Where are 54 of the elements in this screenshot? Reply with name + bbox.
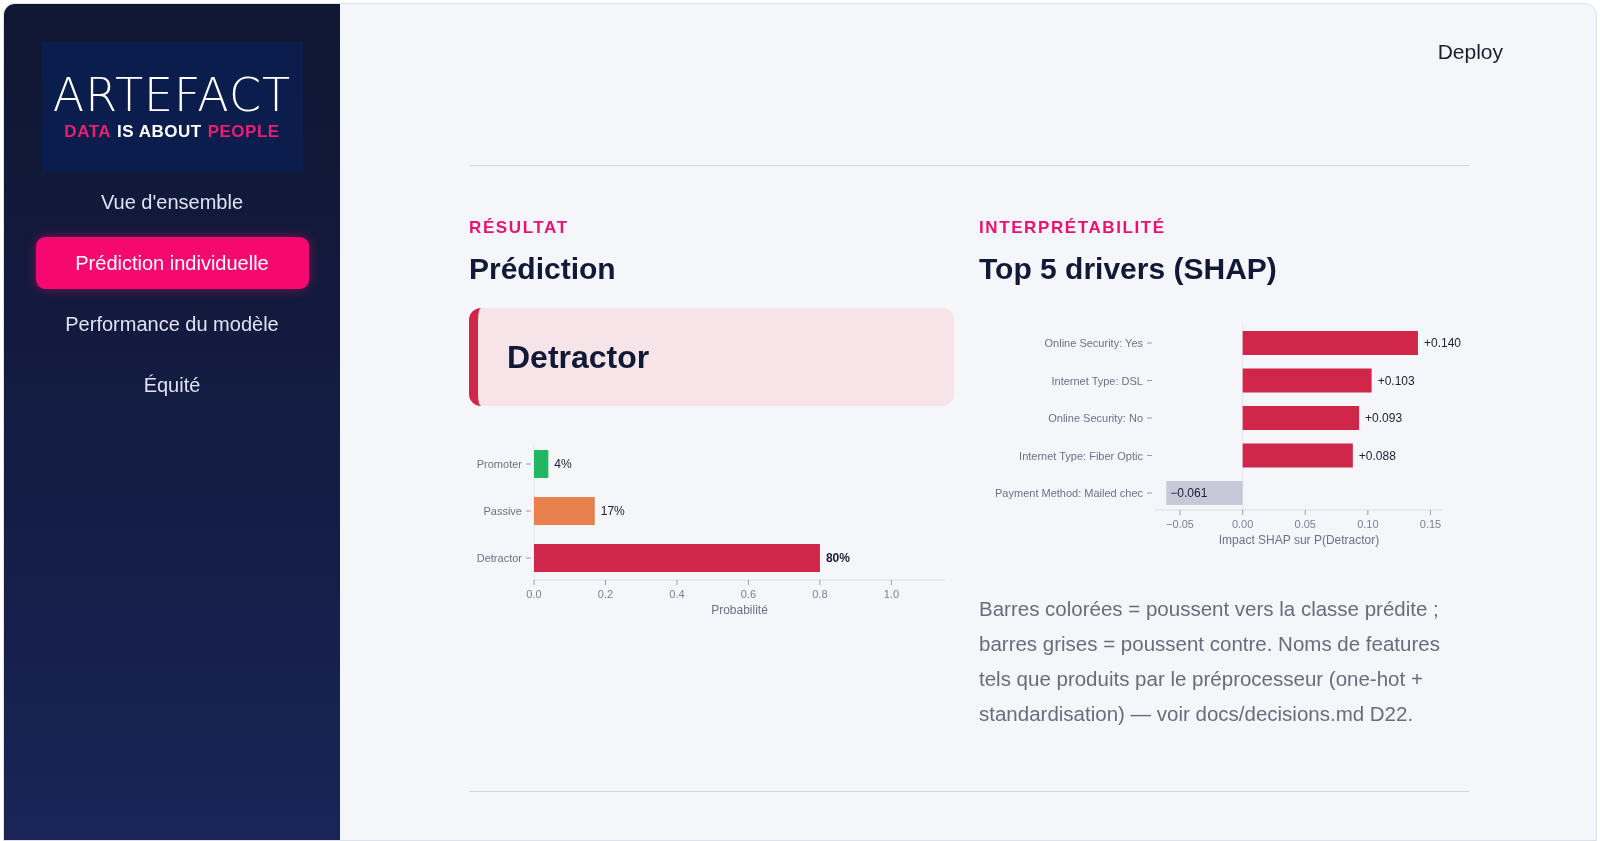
axis-title: Impact SHAP sur P(Detractor) [1218,533,1380,547]
tick-label: 0.6 [740,588,757,600]
category-label: Internet Type: DSL [1051,374,1143,387]
section-eyebrow: INTERPRÉTABILITÉ [979,218,1167,238]
tick-label: 1.0 [883,588,900,600]
category-label: Passive [483,505,522,517]
bar [534,450,549,478]
explanation-text: Barres colorées = poussent vers la classe prédite ; barres grises = poussent contre. Noms de features tels que produits par le préprocesseur (one-hot + standardisation) — voir docs/decisions.md D22. [979,596,1441,727]
nav-item[interactable]: Prédiction individuelle [35,237,309,289]
tick-mark [1146,492,1153,494]
category-label: Internet Type: Fiber Optic [1019,449,1143,462]
tick-label: −0.05 [1166,518,1194,530]
category-label: Promoter [476,458,522,470]
tick-mark [1146,455,1153,456]
value-label: 80% [825,551,850,565]
section-eyebrow: RÉSULTAT [469,218,570,238]
tick-mark [525,510,532,512]
logo-tagline-word: PEOPLE [207,122,280,142]
tick-mark [525,463,532,465]
tick-label: 0.05 [1294,518,1316,530]
nav-item[interactable]: Équité [35,359,309,411]
logo-wordmark: ARTEFACT [52,72,292,118]
category-label: Detractor [476,552,522,564]
section-title: Prédiction [469,252,617,286]
tick-label: 0.0 [526,588,542,600]
value-label: +0.088 [1358,448,1396,463]
prediction-card: Detractor [469,308,954,406]
value-label: +0.093 [1365,411,1403,425]
tick-label: 0.10 [1357,518,1379,530]
axis-title: Probabilité [711,603,768,617]
category-label: Online Security: No [1048,412,1143,424]
tick-label: 0.4 [669,588,685,600]
tick-mark [1146,417,1153,419]
bar [534,497,595,525]
value-label: −0.061 [1170,486,1208,500]
value-label: +0.140 [1423,336,1461,350]
tick-label: 0.2 [597,588,614,600]
value-label: 4% [554,457,572,471]
section-title: Top 5 drivers (SHAP) [979,252,1278,286]
tick-mark [1146,380,1153,381]
value-label: +0.103 [1377,373,1415,388]
deploy-button[interactable]: Deploy [1431,38,1509,66]
logo-tagline-word: IS ABOUT [117,122,202,142]
category-label: Online Security: Yes [1044,337,1143,349]
nav-item[interactable]: Vue d'ensemble [35,176,309,228]
tick-mark [525,557,532,559]
logo-tagline-word: DATA [64,122,112,142]
category-label: Payment Method: Mailed chec [995,487,1143,499]
value-label: 17% [600,504,625,518]
tick-label: 0.15 [1419,518,1442,530]
tick-label: 0.8 [812,588,828,600]
tick-label: 0.00 [1231,518,1254,530]
nav-item[interactable]: Performance du modèle [35,298,309,350]
tick-mark [1146,342,1153,344]
